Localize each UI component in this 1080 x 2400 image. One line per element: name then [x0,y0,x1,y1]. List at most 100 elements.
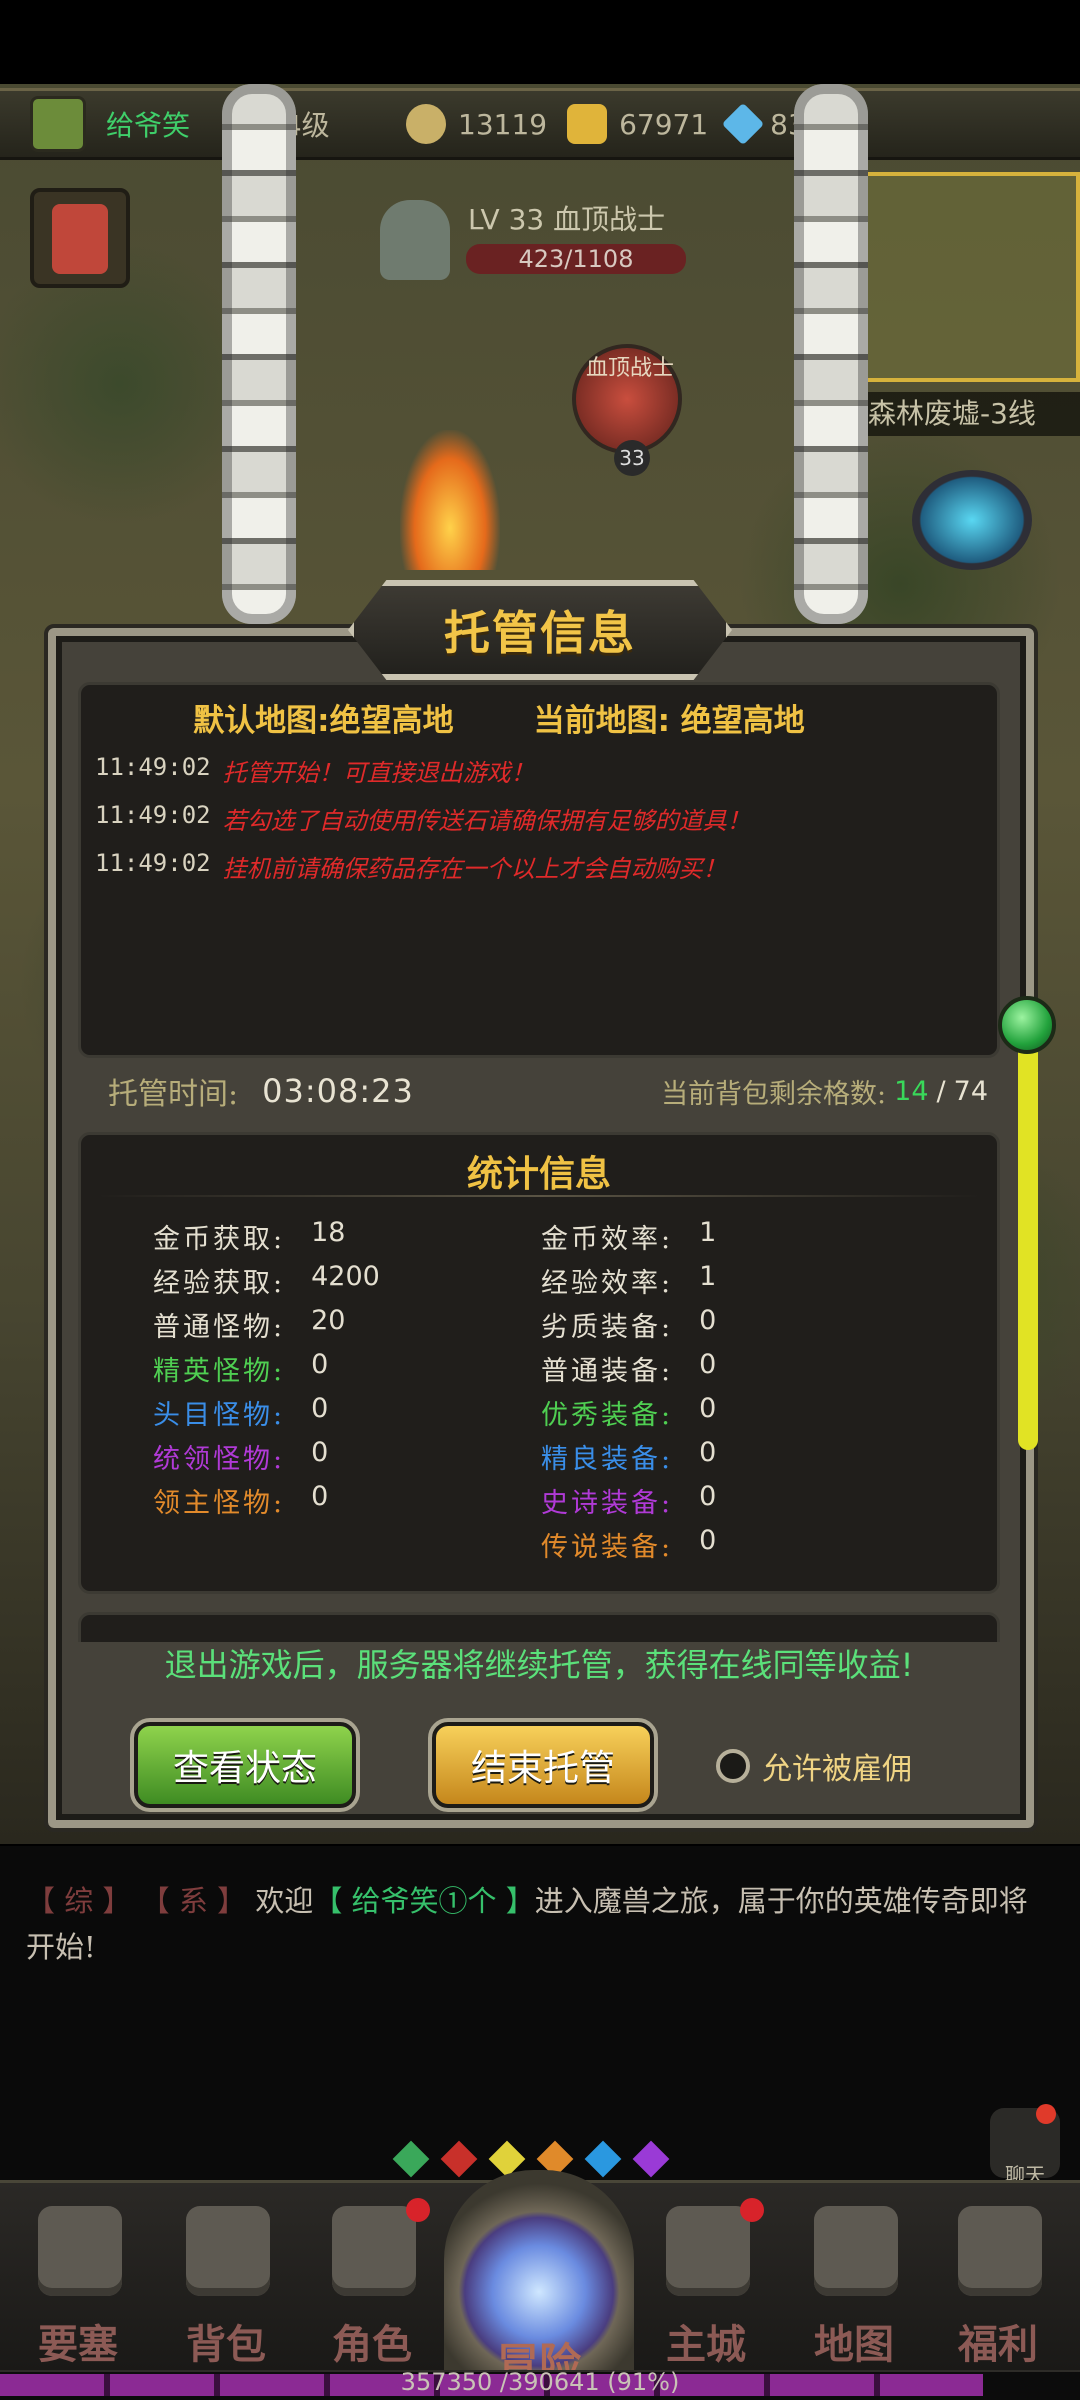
stat-value: 0 [699,1349,717,1380]
collapsed-panel [78,1612,1000,1642]
allow-hire-option[interactable]: 允许被雇佣 [716,1744,912,1788]
sword-icon [406,104,446,144]
nav-map[interactable]: 地图 [784,2206,924,2368]
bag-free-slots: 14 [894,1075,929,1107]
gem-indicators [392,2140,670,2178]
bag-total-slots: 74 [953,1075,988,1107]
current-map: 当前地图: 绝望高地 [533,703,805,739]
stat-row: 统领怪物: 0 [153,1437,328,1476]
stat-row: 金币获取: 18 [153,1217,345,1256]
notification-dot [406,2198,430,2222]
stat-row: 金币效率: 1 [541,1217,716,1256]
stat-value: 0 [699,1393,717,1424]
stat-label: 统领怪物: [153,1444,286,1475]
boss-label: LV 33 血顶战士 [468,203,666,236]
backpack-icon [186,2206,270,2296]
stat-label: 经验获取: [153,1268,286,1299]
player-avatar[interactable] [30,96,86,152]
stat-row: 普通装备: 0 [541,1349,716,1388]
nav-bag[interactable]: 背包 [156,2206,296,2368]
statistics-title: 统计信息 [466,1154,611,1195]
stat-label: 精英怪物: [153,1356,286,1387]
nav-adventure[interactable]: 冒险 [444,2170,634,2388]
stat-row: 经验效率: 1 [541,1261,716,1300]
gold-stat[interactable]: 67971 [567,104,708,144]
allow-hire-radio[interactable] [716,1749,750,1783]
log-time: 11:49:02 [95,849,211,877]
stat-row: 传说装备: 0 [541,1525,716,1564]
stat-value: 1 [699,1261,717,1292]
welcome-text: 欢迎 [255,1884,314,1918]
gem-dot [584,2140,622,2178]
diamond-icon [721,102,765,146]
notification-dot [740,2198,764,2222]
stat-value: 20 [311,1305,346,1336]
exp-text: 357350 /390641 (91%) [400,2368,680,2396]
channel-tag: 【 综 】 [26,1884,132,1918]
gift-bell-icon [958,2206,1042,2296]
stat-label: 史诗装备: [541,1488,674,1519]
boss-portrait [380,200,450,280]
chat-message: 【 综 】 【 系 】 欢迎【 给爷笑①个 】进入魔兽之旅，属于你的英雄传奇即将… [26,1878,1036,1970]
player-link[interactable]: 【 给爷笑①个 】 [313,1884,534,1918]
mob-name: 血顶战士 [586,356,675,381]
stat-label: 金币效率: [541,1224,674,1255]
log-message: 托管开始！可直接退出游戏！ [222,759,535,787]
stat-value: 0 [311,1437,329,1468]
stat-value: 0 [699,1525,717,1556]
nav-label: 主城 [666,2322,746,2368]
stat-row: 史诗装备: 0 [541,1481,716,1520]
bag-separator: / [936,1075,946,1107]
mob-level-badge: 33 [614,440,650,476]
stat-row: 普通怪物: 20 [153,1305,345,1344]
portal-icon[interactable] [912,470,1032,570]
log-panel[interactable]: 默认地图:绝望高地 当前地图: 绝望高地 11:49:02 托管开始！可直接退出… [78,682,1000,1058]
log-message: 挂机前请确保药品存在一个以上才会自动购买！ [222,855,727,883]
scroll-map-icon [814,2206,898,2296]
default-map: 默认地图:绝望高地 [193,703,454,739]
nav-fortress[interactable]: 要塞 [8,2206,148,2368]
nav-label: 福利 [958,2322,1038,2368]
totem-portrait[interactable] [30,188,130,288]
stat-label: 传说装备: [541,1532,674,1563]
stat-value: 1 [699,1217,717,1248]
gem-dot [440,2140,478,2178]
power-value: 13119 [458,107,548,141]
stat-row: 精英怪物: 0 [153,1349,328,1388]
gem-dot [632,2140,670,2178]
dialog-title: 托管信息 [444,606,636,660]
offline-notice: 退出游戏后，服务器将继续托管，获得在线同等收益! [164,1646,914,1684]
stat-label: 普通装备: [541,1356,674,1387]
statistics-panel[interactable]: 统计信息 金币获取: 18 经验获取: 4200 普通怪物: 20 精英怪物: 0 头目怪物: 0… [78,1132,1000,1594]
nav-label: 要塞 [38,2322,118,2368]
stat-value: 0 [699,1481,717,1512]
boss-hp-bar: 423/1108 [466,244,686,274]
stat-row: 领主怪物: 0 [153,1481,328,1520]
top-status-bar: 给爷笑 34级 13119 67971 835 [0,88,1080,160]
log-entry: 11:49:02 挂机前请确保药品存在一个以上才会自动购买！ [95,849,727,884]
nav-welfare[interactable]: 福利 [928,2206,1068,2368]
nav-label: 背包 [186,2322,266,2368]
chain-left [222,84,296,624]
stat-value: 0 [311,1393,329,1424]
stat-row: 优秀装备: 0 [541,1393,716,1432]
power-stat: 13119 [406,104,547,144]
scrollbar-knob[interactable] [998,996,1056,1054]
end-hosting-button[interactable]: 结束托管 [428,1718,658,1812]
stat-label: 头目怪物: [153,1400,286,1431]
stat-label: 领主怪物: [153,1488,286,1519]
nav-main-city[interactable]: 主城 [636,2198,776,2368]
log-entry: 11:49:02 托管开始！可直接退出游戏！ [95,753,535,788]
minimap[interactable] [858,172,1080,382]
nav-character[interactable]: 角色 [302,2198,442,2368]
hosting-time-value: 03:08:23 [262,1072,414,1110]
scrollbar-track[interactable] [1018,1010,1038,1450]
stat-label: 经验效率: [541,1268,674,1299]
nav-label: 地图 [814,2322,894,2368]
helmet-icon [332,2206,416,2296]
view-status-button[interactable]: 查看状态 [130,1718,360,1812]
gold-icon [567,104,608,144]
dialog-title-plate: 托管信息 [348,580,732,680]
bag-capacity: 当前背包剩余格数: 14 / 74 [661,1072,988,1111]
stat-value: 0 [311,1349,329,1380]
